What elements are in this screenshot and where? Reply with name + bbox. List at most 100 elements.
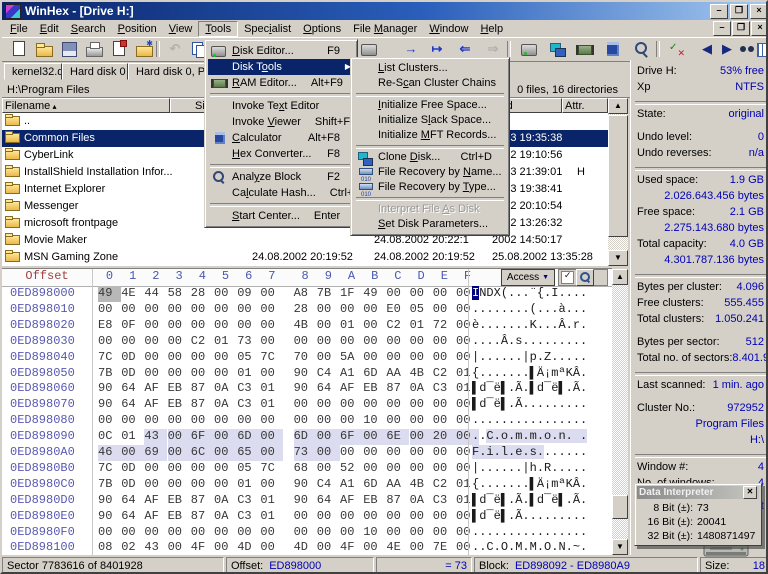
file-list-scrollbar[interactable]: ▲▼	[608, 98, 628, 266]
sync-checkbox[interactable]: ✓	[561, 271, 574, 284]
hex-byte[interactable]: 90	[98, 509, 121, 525]
hex-byte[interactable]: 4E	[386, 540, 409, 556]
hex-byte[interactable]: 6D	[237, 429, 260, 445]
hex-byte[interactable]: 00	[317, 302, 340, 318]
hex-byte[interactable]: 00	[260, 334, 283, 350]
hex-byte[interactable]: 00	[294, 334, 317, 350]
hex-byte[interactable]: 00	[144, 334, 167, 350]
ascii-text[interactable]: |......|h.R.....	[472, 461, 587, 477]
hex-byte[interactable]: 90	[98, 381, 121, 397]
hex-byte[interactable]: 00	[317, 350, 340, 366]
hex-byte[interactable]: 10	[363, 525, 386, 541]
hex-byte[interactable]: 01	[260, 493, 283, 509]
hex-row[interactable]: 0ED8980507B0D00000000010090C4A16DAA4BC20…	[2, 366, 612, 382]
hex-byte[interactable]: 00	[98, 334, 121, 350]
hex-byte[interactable]: 00	[363, 350, 386, 366]
hex-byte[interactable]: 00	[121, 445, 144, 461]
menu-item-invoke-text-editor[interactable]: Invoke Text Editor	[208, 98, 354, 114]
menu-item-file-recovery-by-name[interactable]: File Recovery by Name...	[354, 165, 506, 180]
hex-byte[interactable]: 7C	[98, 461, 121, 477]
hex-byte[interactable]: 00	[294, 397, 317, 413]
hex-byte[interactable]: 00	[260, 302, 283, 318]
menubar-item-tools[interactable]: Tools	[198, 21, 238, 37]
hex-byte[interactable]: 01	[260, 509, 283, 525]
hex-byte[interactable]: 00	[386, 461, 409, 477]
ascii-text[interactable]: ▌d¯ë▌.Ã.........	[472, 509, 587, 525]
hex-byte[interactable]: 00	[363, 509, 386, 525]
hex-byte[interactable]: 00	[433, 413, 456, 429]
hex-byte[interactable]: 00	[168, 445, 191, 461]
hex-byte[interactable]: 64	[121, 493, 144, 509]
menubar-item-edit[interactable]: Edit	[34, 22, 65, 36]
hex-byte[interactable]: 00	[191, 318, 214, 334]
hex-byte[interactable]: 00	[260, 413, 283, 429]
menubar-item-specialist[interactable]: Specialist	[238, 22, 297, 36]
ascii-text[interactable]: è.......K...Â.r.	[472, 318, 587, 334]
hex-byte[interactable]: 7E	[433, 540, 456, 556]
hex-byte[interactable]: 10	[363, 413, 386, 429]
ascii-text[interactable]: ........(...à...	[472, 302, 587, 318]
hex-byte[interactable]: 00	[214, 350, 237, 366]
hex-byte[interactable]: 00	[214, 302, 237, 318]
hex-row[interactable]: 0ED8980A0460069006C006500730000000000000…	[2, 445, 612, 461]
scroll-thumb[interactable]	[608, 115, 628, 237]
hex-byte[interactable]: 00	[433, 286, 456, 302]
hex-byte[interactable]: 73	[294, 445, 317, 461]
new-file-button[interactable]	[8, 39, 30, 59]
hex-byte[interactable]: 00	[317, 540, 340, 556]
menu-item-ram-editor[interactable]: RAM Editor...Alt+F9	[208, 75, 354, 91]
hex-byte[interactable]: 00	[363, 461, 386, 477]
hex-byte[interactable]: 00	[191, 350, 214, 366]
hex-byte[interactable]: 0F	[121, 318, 144, 334]
hex-byte[interactable]: 87	[191, 493, 214, 509]
menubar-item-view[interactable]: View	[163, 22, 199, 36]
ascii-text[interactable]: ....Â.s.........	[472, 334, 587, 350]
hex-byte[interactable]: 4B	[410, 366, 433, 382]
hex-byte[interactable]: 00	[191, 477, 214, 493]
restore-button[interactable]: ❐	[730, 4, 748, 19]
hex-byte[interactable]: 00	[144, 461, 167, 477]
hex-byte[interactable]: 4B	[294, 318, 317, 334]
menu-item-disk-editor[interactable]: Disk Editor...F9	[208, 43, 354, 59]
interpret-disk-button[interactable]	[358, 39, 380, 59]
hex-row[interactable]: 0ED89803000000000C2017300000000000000000…	[2, 334, 612, 350]
hex-byte[interactable]: 01	[260, 397, 283, 413]
hex-byte[interactable]: 00	[410, 334, 433, 350]
hex-byte[interactable]: 00	[168, 461, 191, 477]
hex-byte[interactable]: AA	[386, 477, 409, 493]
hex-byte[interactable]: C2	[433, 477, 456, 493]
hex-byte[interactable]: 4D	[237, 540, 260, 556]
scroll-thumb[interactable]	[612, 495, 628, 519]
hex-byte[interactable]: 00	[144, 318, 167, 334]
mdi-minimize-button[interactable]: –	[713, 21, 731, 36]
properties-button[interactable]	[108, 39, 130, 59]
hex-byte[interactable]: 00	[214, 429, 237, 445]
hex-byte[interactable]: 00	[433, 509, 456, 525]
hex-byte[interactable]: 5A	[340, 350, 363, 366]
ascii-text[interactable]: F.i.l.e.s.......	[472, 445, 587, 461]
hex-byte[interactable]: 00	[433, 461, 456, 477]
hex-byte[interactable]: 00	[168, 350, 191, 366]
hex-byte[interactable]: 00	[260, 366, 283, 382]
hex-byte[interactable]: 00	[433, 397, 456, 413]
hex-row[interactable]: 0ED8980C07B0D00000000010090C4A16DAA4BC20…	[2, 477, 612, 493]
hex-byte[interactable]: 0A	[214, 509, 237, 525]
hex-byte[interactable]: 00	[237, 318, 260, 334]
hex-byte[interactable]: AF	[340, 493, 363, 509]
hex-byte[interactable]: 90	[294, 477, 317, 493]
hex-byte[interactable]: 00	[260, 318, 283, 334]
hex-byte[interactable]: 0A	[214, 493, 237, 509]
hex-byte[interactable]: 00	[98, 525, 121, 541]
hex-byte[interactable]: 00	[168, 429, 191, 445]
hex-row[interactable]: 0ED8980D09064AFEB870AC3019064AFEB870AC30…	[2, 493, 612, 509]
hex-byte[interactable]: 00	[317, 429, 340, 445]
hex-byte[interactable]: 01	[121, 429, 144, 445]
hex-byte[interactable]: 00	[121, 302, 144, 318]
menu-item-initialize-mft-records[interactable]: Initialize MFT Records...	[354, 128, 506, 143]
hex-byte[interactable]: 00	[410, 540, 433, 556]
hex-byte[interactable]: 00	[410, 445, 433, 461]
status-segment-block[interactable]: Block:ED898092 - ED8980A9	[474, 557, 698, 574]
hex-byte[interactable]: 0D	[121, 477, 144, 493]
hex-byte[interactable]: 00	[294, 413, 317, 429]
save-button[interactable]	[58, 39, 80, 59]
